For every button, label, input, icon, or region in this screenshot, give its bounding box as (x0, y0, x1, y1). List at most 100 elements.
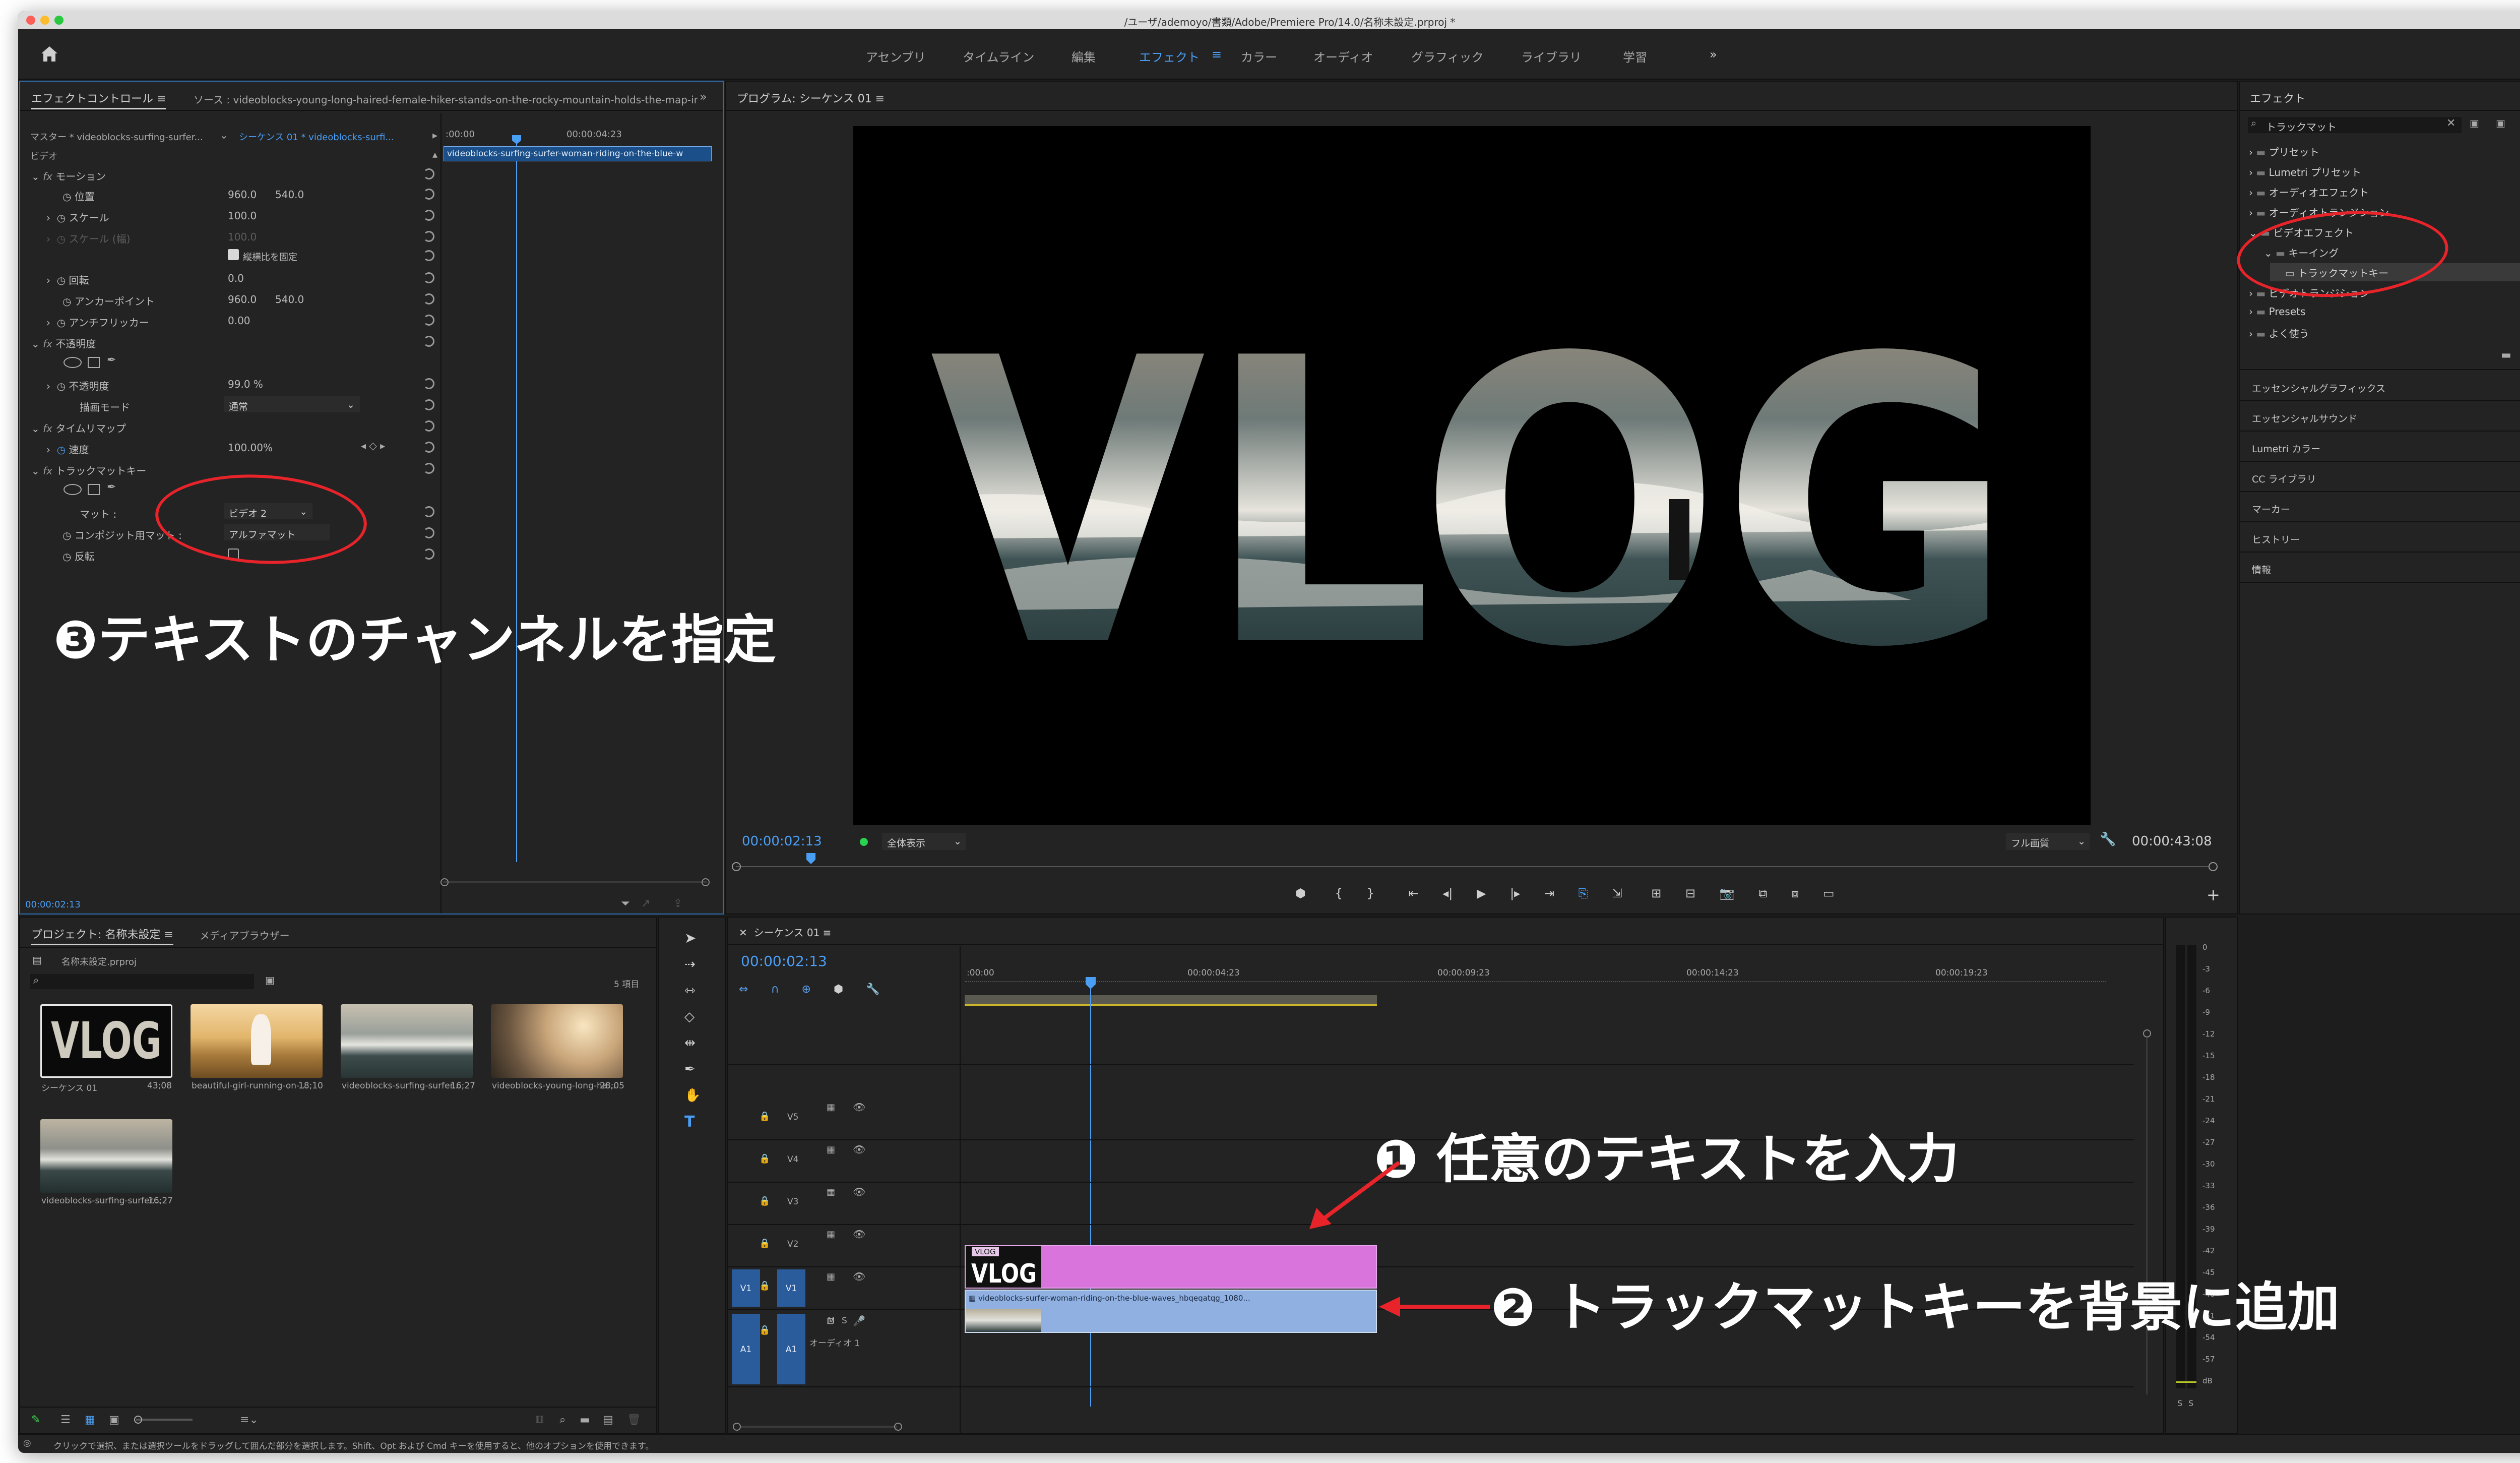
cc-libraries-panel-tab[interactable]: CC ライブラリ (2240, 462, 2520, 492)
reset-parameter-icon[interactable] (423, 378, 434, 389)
history-panel-tab[interactable]: ヒストリー (2240, 522, 2520, 553)
pen-mask-icon[interactable]: ✒ (107, 354, 116, 367)
ec-clip-bar[interactable]: videoblocks-surfing-surfer-woman-riding-… (444, 146, 712, 161)
position-y-value[interactable]: 540.0 (275, 189, 304, 201)
program-timecode[interactable]: 00:00:02:13 (742, 834, 822, 849)
track-output-icon[interactable]: ▦ (827, 1271, 835, 1282)
program-playhead[interactable] (806, 853, 815, 864)
reset-parameter-icon[interactable] (423, 231, 434, 242)
effects-panel-title[interactable]: エフェクト (2250, 90, 2305, 106)
step-back-button[interactable]: ◂| (1442, 886, 1453, 900)
essential-graphics-panel-tab[interactable]: エッセンシャルグラフィックス (2240, 371, 2520, 401)
matte-pen-mask-icon[interactable]: ✒ (107, 481, 116, 494)
program-video-frame[interactable]: VLOG (853, 126, 2091, 825)
track-matte-effect-row[interactable]: ⌄ fx トラックマットキー (31, 463, 146, 477)
tree-lumetri-presets[interactable]: › ▬ Lumetri プリセット (2249, 164, 2361, 179)
play-only-icon[interactable]: ▸ (432, 129, 437, 141)
mark-in-button[interactable]: { (1335, 886, 1343, 900)
opacity-value[interactable]: 99.0 % (228, 378, 263, 390)
mute-button[interactable]: M (828, 1316, 835, 1326)
effect-controls-tab[interactable]: エフェクトコントロール ≡ (31, 90, 166, 109)
new-bin-footer-icon[interactable]: ▬ (580, 1414, 590, 1426)
rectangle-mask-icon[interactable] (88, 357, 100, 368)
position-x-value[interactable]: 960.0 (228, 189, 257, 201)
pen-tool-icon[interactable]: ✒ (684, 1062, 696, 1077)
wrench-icon[interactable]: 🔧 (2100, 832, 2116, 847)
vertical-zoom-top[interactable] (2143, 1029, 2151, 1038)
add-marker-button[interactable]: ⬢ (1295, 886, 1306, 900)
workspace-tab-effects[interactable]: エフェクト (1139, 47, 1200, 65)
rotation-row[interactable]: › ◷ 回転 (46, 272, 89, 287)
add-button-icon[interactable]: + (2207, 885, 2220, 904)
track-eye-icon[interactable]: 👁 (853, 1270, 865, 1283)
timeline-zoom-left[interactable] (733, 1423, 741, 1431)
extract-button[interactable]: ⊟ (1685, 886, 1695, 900)
solo-right[interactable]: S (2188, 1398, 2193, 1408)
thumb-surfer-2[interactable] (40, 1119, 172, 1193)
fit-select[interactable]: 全体表示 ⌄ (882, 833, 966, 850)
ec-zoom-handle-right[interactable] (702, 878, 710, 886)
reset-parameter-icon[interactable] (423, 336, 434, 347)
scale-row[interactable]: › ◷ スケール (46, 210, 109, 224)
lift-button[interactable]: ⊞ (1651, 886, 1661, 900)
snap-icon[interactable]: ∩ (771, 983, 779, 996)
freeform-view-icon[interactable]: ▣ (109, 1414, 119, 1426)
track-output-icon[interactable]: ▦ (827, 1102, 835, 1113)
reset-parameter-icon[interactable] (423, 506, 434, 517)
thumb-sequence[interactable]: VLOG (40, 1004, 172, 1078)
anchor-x-value[interactable]: 960.0 (228, 293, 257, 306)
timeline-settings-icon[interactable]: 🔧 (866, 983, 879, 996)
track-label-v2[interactable]: V2 (787, 1239, 798, 1249)
track-eye-icon[interactable]: 👁 (853, 1143, 865, 1155)
accelerated-effects-icon[interactable]: ▣ (2470, 117, 2479, 129)
vr-button[interactable]: ▭ (1823, 886, 1835, 900)
rotation-value[interactable]: 0.0 (228, 272, 244, 284)
timeline-playhead[interactable] (1086, 977, 1096, 989)
multicam-button[interactable]: ⧈ (1791, 886, 1799, 900)
vertical-scroll[interactable] (2146, 1039, 2148, 1394)
scale-value[interactable]: 100.0 (228, 210, 257, 222)
track-lock-icon[interactable]: 🔒 (759, 1281, 770, 1291)
reset-parameter-icon[interactable] (423, 210, 434, 221)
thumb-girl-running[interactable] (191, 1004, 323, 1078)
speed-value[interactable]: 100.00% (228, 442, 273, 454)
reset-parameter-icon[interactable] (423, 463, 434, 474)
source-tab[interactable]: ソース : videoblocks-young-long-haired-fema… (194, 92, 698, 106)
icon-view-icon[interactable]: ▦ (85, 1414, 95, 1426)
motion-effect-row[interactable]: ⌄ fx モーション (31, 168, 106, 183)
comparison-view-button[interactable]: ⧉ (1758, 886, 1767, 900)
timeline-zoom-right[interactable] (894, 1423, 902, 1431)
workspace-overflow-icon[interactable]: » (1710, 47, 1717, 62)
source-patch-v1[interactable]: V1 (777, 1269, 805, 1307)
workspace-tab-timeline[interactable]: タイムライン (963, 47, 1034, 65)
pencil-icon[interactable]: ✎ (31, 1414, 40, 1426)
work-area-bar[interactable] (965, 995, 1377, 1006)
matte-ellipse-mask-icon[interactable] (64, 484, 82, 495)
track-lock-icon[interactable]: 🔒 (759, 1238, 770, 1249)
export-frame-camera-icon[interactable]: 📷 (1720, 886, 1735, 900)
reset-parameter-icon[interactable] (423, 315, 434, 326)
project-search-input[interactable] (30, 974, 254, 989)
track-lock-icon[interactable]: 🔒 (759, 1111, 770, 1122)
thumbnail-size-slider[interactable] (136, 1419, 193, 1421)
track-eye-icon[interactable]: 👁 (853, 1101, 865, 1113)
workspace-tab-graphics[interactable]: グラフィック (1411, 47, 1484, 65)
selection-tool-icon[interactable]: ➤ (684, 930, 696, 946)
ec-timecode[interactable]: 00:00:02:13 (25, 899, 81, 910)
source-patch-a1[interactable]: A1 (777, 1314, 805, 1384)
position-row[interactable]: ◷ 位置 (62, 189, 95, 203)
insert-button[interactable]: ⎘ (1579, 886, 1588, 900)
track-eye-icon[interactable]: 👁 (853, 1228, 865, 1240)
markers-panel-tab[interactable]: マーカー (2240, 492, 2520, 522)
clear-search-icon[interactable]: ✕ (2446, 117, 2455, 130)
ec-zoom-scroll[interactable] (444, 881, 707, 883)
ec-zoom-handle-left[interactable] (440, 878, 449, 886)
track-output-icon[interactable]: ▦ (827, 1144, 835, 1155)
track-label-v3[interactable]: V3 (787, 1197, 798, 1207)
program-zoom-left[interactable] (732, 862, 741, 871)
source-patch-v1[interactable]: V1 (732, 1269, 760, 1307)
time-remap-effect-row[interactable]: ⌄ fx タイムリマップ (31, 420, 126, 435)
program-monitor-title[interactable]: プログラム: シーケンス 01 ≡ (737, 90, 885, 106)
go-to-in-button[interactable]: ⇤ (1408, 886, 1418, 900)
razor-tool-icon[interactable]: ◇ (684, 1009, 695, 1024)
